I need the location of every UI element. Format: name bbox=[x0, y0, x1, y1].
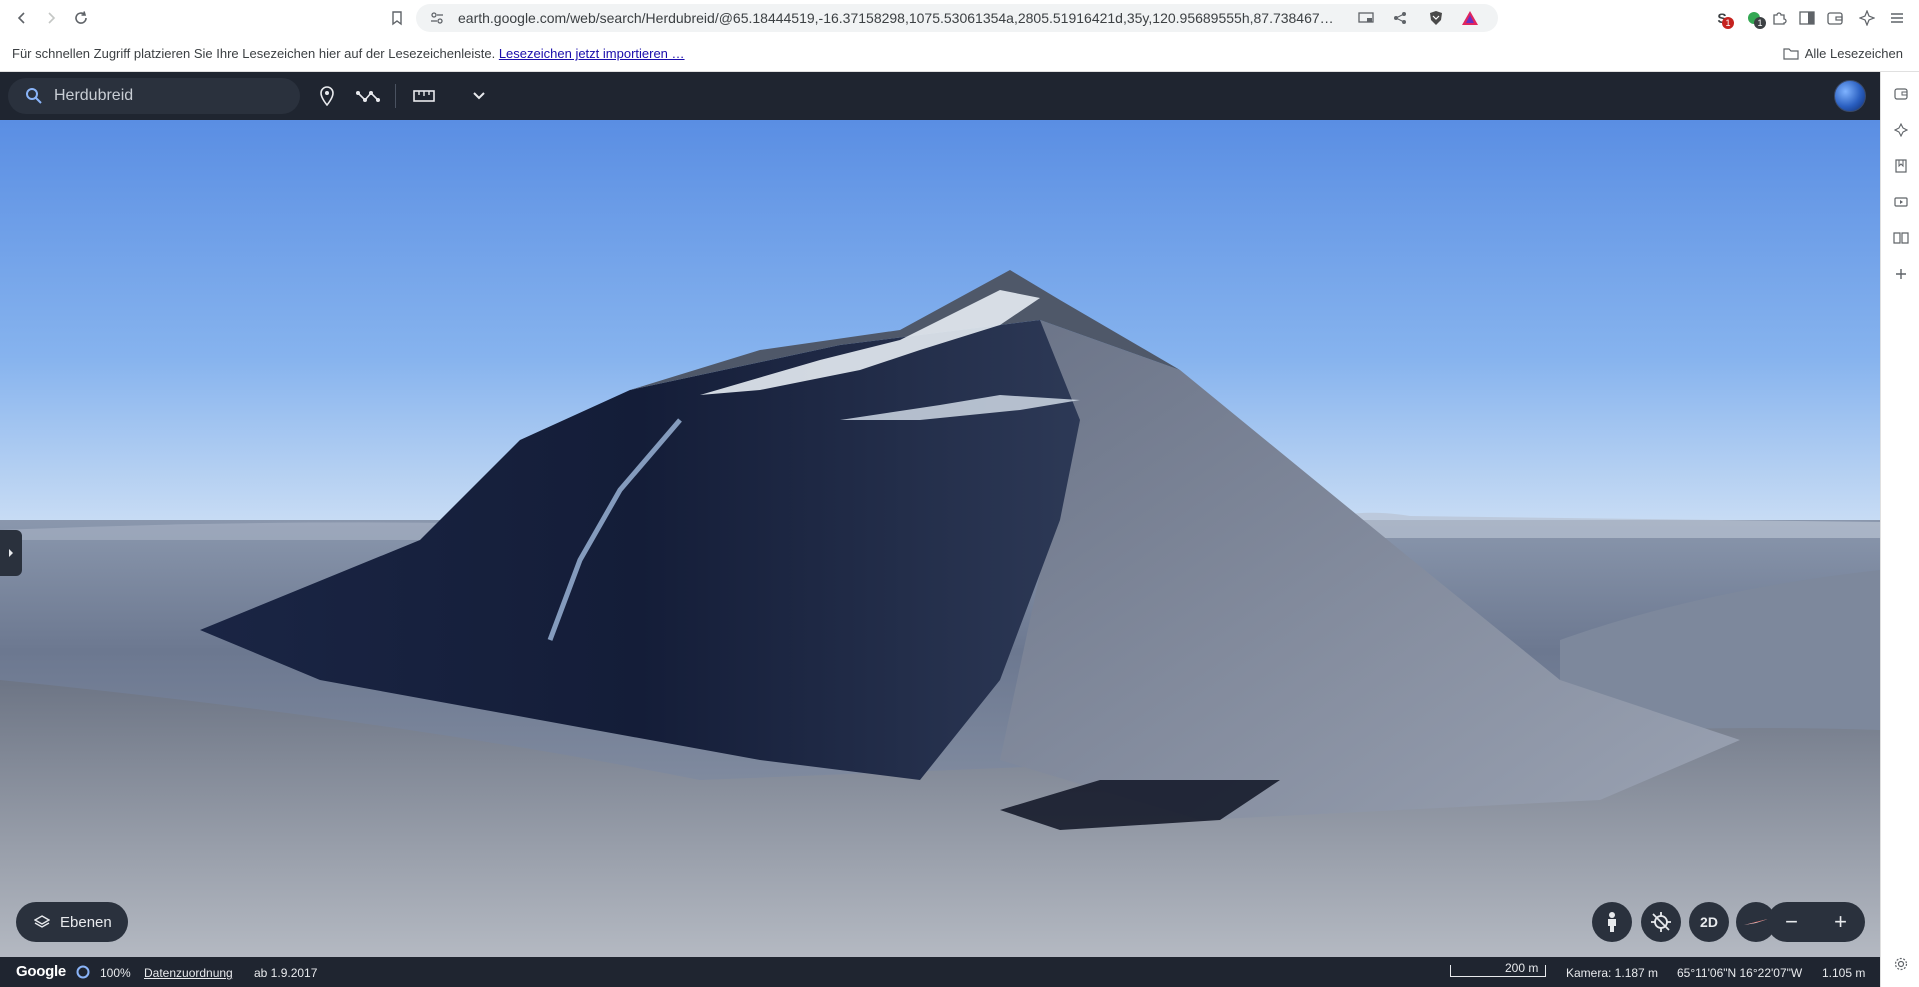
bookmarks-prompt: Für schnellen Zugriff platzieren Sie Ihr… bbox=[12, 46, 685, 61]
layers-icon bbox=[34, 915, 50, 928]
loading-progress-icon bbox=[76, 965, 90, 979]
bookmark-page-button[interactable] bbox=[385, 6, 409, 30]
site-settings-icon[interactable] bbox=[430, 11, 444, 30]
forward-arrow-icon bbox=[48, 12, 56, 24]
draw-path-button[interactable] bbox=[354, 84, 382, 108]
wallet-panel-icon[interactable] bbox=[1891, 84, 1911, 104]
extension-s-icon[interactable]: S 1 bbox=[1712, 8, 1734, 29]
terrain-view[interactable] bbox=[0, 120, 1880, 957]
bookmarks-prompt-text: Für schnellen Zugriff platzieren Sie Ihr… bbox=[12, 46, 496, 61]
extension-badge: 1 bbox=[1754, 17, 1766, 29]
earth-3d-view[interactable] bbox=[0, 120, 1880, 957]
back-button[interactable] bbox=[10, 6, 34, 30]
camera-altitude: Kamera: 1.187 m bbox=[1566, 966, 1659, 980]
earth-toolbar bbox=[0, 72, 1880, 120]
reload-icon bbox=[75, 11, 87, 24]
placemark-icon bbox=[320, 86, 334, 106]
zoom-in-button[interactable]: + bbox=[1816, 902, 1865, 942]
bookmarks-bar: Für schnellen Zugriff platzieren Sie Ihr… bbox=[0, 36, 1919, 72]
pegman-icon bbox=[1608, 912, 1616, 932]
cast-icon[interactable] bbox=[1356, 8, 1376, 28]
street-view-button[interactable] bbox=[1592, 902, 1632, 942]
bookmark-icon bbox=[392, 11, 402, 26]
add-panel-icon[interactable] bbox=[1891, 264, 1911, 284]
path-icon bbox=[356, 91, 380, 102]
search-box[interactable] bbox=[8, 78, 300, 114]
scale-label: 200 m bbox=[1505, 961, 1539, 975]
leo-ai-icon[interactable] bbox=[1857, 8, 1877, 28]
view-2d-button[interactable]: 2D bbox=[1689, 902, 1729, 942]
import-bookmarks-link[interactable]: Lesezeichen jetzt importieren … bbox=[499, 46, 685, 61]
extension-badge: 1 bbox=[1722, 17, 1734, 29]
browser-toolbar: earth.google.com/web/search/Herdubreid/@… bbox=[0, 0, 1919, 36]
bookmarks-panel-icon[interactable] bbox=[1891, 156, 1911, 176]
location-off-icon bbox=[1651, 912, 1671, 932]
measure-button[interactable] bbox=[410, 84, 438, 108]
share-icon[interactable] bbox=[1390, 8, 1410, 28]
wallet-icon[interactable] bbox=[1825, 8, 1845, 28]
folder-icon bbox=[1783, 48, 1799, 60]
browser-side-panel bbox=[1880, 72, 1919, 987]
search-icon bbox=[26, 88, 42, 104]
google-logo: Google bbox=[16, 963, 66, 980]
zoom-controls: − + bbox=[1767, 902, 1865, 942]
extensions-puzzle-icon[interactable] bbox=[1769, 8, 1789, 28]
data-attribution-link[interactable]: Datenzuordnung bbox=[144, 966, 233, 980]
menu-icon[interactable] bbox=[1887, 8, 1907, 28]
brave-shield-icon[interactable] bbox=[1426, 8, 1446, 28]
earth-status-bar: Google 100% Datenzuordnung ab 1.9.2017 2… bbox=[0, 957, 1880, 987]
video-panel-icon[interactable] bbox=[1891, 192, 1911, 212]
add-placemark-button[interactable] bbox=[313, 84, 341, 108]
loading-progress-text: 100% bbox=[100, 966, 131, 980]
side-panel-toggle[interactable] bbox=[0, 530, 22, 576]
brave-rewards-icon[interactable] bbox=[1460, 8, 1480, 28]
cursor-coordinates: 65°11'06"N 16°22'07"W bbox=[1677, 966, 1803, 980]
ground-elevation: 1.105 m bbox=[1822, 966, 1866, 980]
layers-button[interactable]: Ebenen bbox=[16, 902, 128, 942]
toolbar-divider bbox=[395, 84, 396, 108]
address-bar[interactable]: earth.google.com/web/search/Herdubreid/@… bbox=[416, 4, 1498, 32]
settings-gear-icon[interactable] bbox=[1891, 954, 1911, 974]
google-earth-app: Ebenen 2D − + Google 100% Datenzuordnung… bbox=[0, 72, 1880, 987]
ruler-icon bbox=[413, 90, 435, 102]
layers-label: Ebenen bbox=[60, 913, 112, 931]
chevron-right-icon bbox=[9, 549, 13, 557]
search-input[interactable] bbox=[54, 84, 284, 108]
forward-button[interactable] bbox=[39, 6, 63, 30]
extension-shield-icon[interactable]: 1 bbox=[1744, 8, 1766, 29]
all-bookmarks-label: Alle Lesezeichen bbox=[1804, 46, 1903, 61]
location-button[interactable] bbox=[1641, 902, 1681, 942]
reload-button[interactable] bbox=[69, 6, 93, 30]
back-arrow-icon bbox=[17, 12, 25, 24]
view-2d-label: 2D bbox=[1700, 914, 1718, 930]
more-tools-button[interactable] bbox=[465, 84, 493, 108]
chevron-down-icon bbox=[473, 92, 485, 100]
imagery-date: ab 1.9.2017 bbox=[254, 966, 318, 980]
globe-icon[interactable] bbox=[1834, 80, 1866, 112]
sidebar-toggle-icon[interactable] bbox=[1797, 8, 1817, 28]
zoom-out-button[interactable]: − bbox=[1767, 902, 1816, 942]
compass-icon bbox=[1744, 919, 1768, 925]
leo-panel-icon[interactable] bbox=[1891, 120, 1911, 140]
all-bookmarks-button[interactable]: Alle Lesezeichen bbox=[1783, 46, 1903, 61]
reading-list-icon[interactable] bbox=[1891, 228, 1911, 248]
url-text[interactable]: earth.google.com/web/search/Herdubreid/@… bbox=[458, 10, 1334, 26]
